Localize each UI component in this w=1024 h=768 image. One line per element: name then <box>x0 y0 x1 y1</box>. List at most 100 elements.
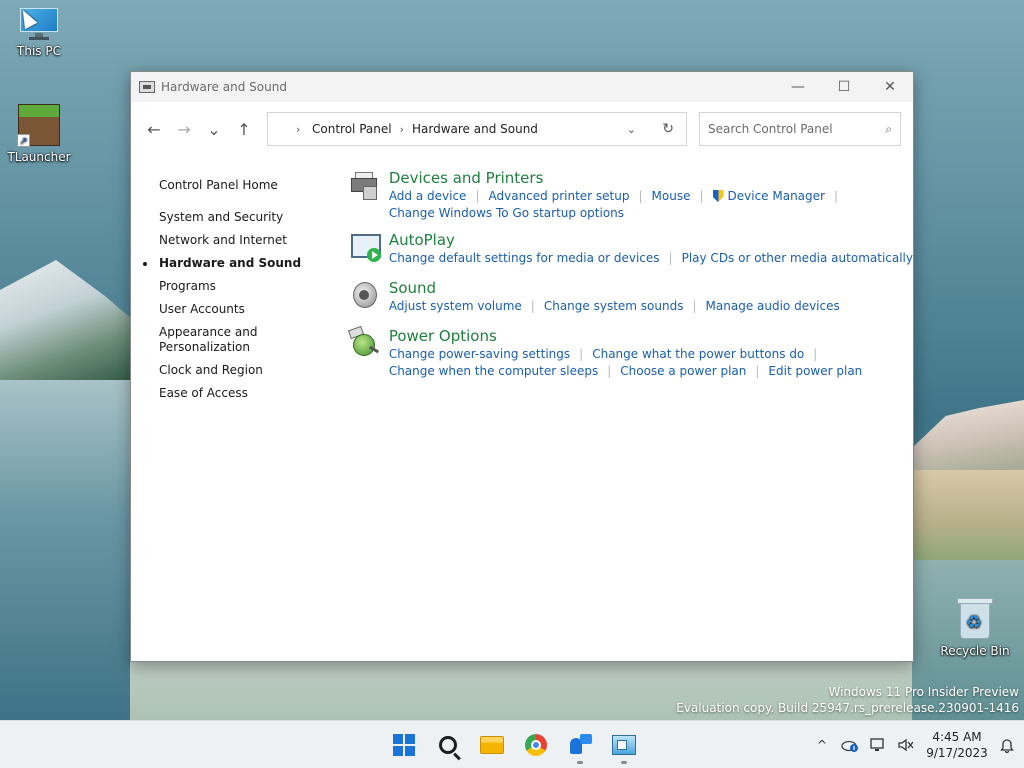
nav-item-clock-and-region[interactable]: Clock and Region <box>159 363 337 378</box>
category-sound: Sound Adjust system volume | Change system… <box>337 278 913 318</box>
teams-icon <box>568 734 592 756</box>
category-title-autoplay[interactable]: AutoPlay <box>389 230 913 250</box>
minimize-button[interactable]: — <box>775 72 821 102</box>
taskbar-control-panel[interactable] <box>602 725 646 765</box>
desktop-icon-label: TLauncher <box>7 150 71 164</box>
running-indicator <box>577 761 583 764</box>
volume-muted-icon[interactable] <box>892 731 920 759</box>
control-panel-window: Hardware and Sound — ☐ ✕ ← → ⌄ ↑ › Contr… <box>130 71 914 662</box>
link-choose-a-power-plan[interactable]: Choose a power plan <box>620 364 746 378</box>
breadcrumb-hardware-and-sound[interactable]: Hardware and Sound <box>412 122 538 136</box>
desktop-icon-this-pc[interactable]: This PC <box>4 6 74 58</box>
watermark-line-2: Evaluation copy. Build 25947.rs_prerelea… <box>676 701 1019 715</box>
tlauncher-grass-block-icon: ↗ <box>17 104 60 147</box>
search-icon <box>439 736 457 754</box>
nav-item-system-and-security[interactable]: System and Security <box>159 210 337 225</box>
start-button[interactable] <box>382 725 426 765</box>
search-icon[interactable]: ⌕ <box>885 122 892 137</box>
link-add-a-device[interactable]: Add a device <box>389 189 467 203</box>
uac-shield-icon <box>712 190 724 202</box>
breadcrumb-separator-icon[interactable]: › <box>400 123 404 136</box>
refresh-icon[interactable]: ↻ <box>662 121 674 137</box>
category-list: Devices and Printers Add a device | Advanc… <box>337 156 913 409</box>
forward-arrow-icon[interactable]: → <box>169 114 199 144</box>
evaluation-watermark: Windows 11 Pro Insider Preview Evaluatio… <box>676 684 1019 716</box>
up-arrow-icon[interactable]: ↑ <box>229 114 259 144</box>
left-navigation: Control Panel Home System and Security N… <box>131 156 337 409</box>
onedrive-info-icon[interactable] <box>836 731 864 759</box>
link-change-windows-to-go-startup-options[interactable]: Change Windows To Go startup options <box>389 206 624 220</box>
notification-bell-icon[interactable] <box>990 731 1024 759</box>
speaker-icon[interactable] <box>345 278 389 318</box>
category-devices-and-printers: Devices and Printers Add a device | Advanc… <box>337 168 913 222</box>
nav-item-appearance-and-personalization[interactable]: Appearance and Personalization <box>159 325 269 355</box>
system-clock[interactable]: 4:45 AM 9/17/2023 <box>924 729 990 761</box>
control-panel-app-icon <box>139 81 155 93</box>
link-manage-audio-devices[interactable]: Manage audio devices <box>706 299 840 313</box>
nav-item-user-accounts[interactable]: User Accounts <box>159 302 337 317</box>
clock-time: 4:45 AM <box>932 730 982 744</box>
nav-item-programs[interactable]: Programs <box>159 279 337 294</box>
wallpaper-shore-right <box>912 470 1024 560</box>
search-box: ⌕ <box>699 112 901 146</box>
link-advanced-printer-setup[interactable]: Advanced printer setup <box>489 189 630 203</box>
wallpaper-lake-left <box>0 380 130 720</box>
link-play-cds-automatically[interactable]: Play CDs or other media automatically <box>682 251 913 265</box>
category-title-sound[interactable]: Sound <box>389 278 913 298</box>
category-power-options: Power Options Change power-saving settin… <box>337 325 913 380</box>
taskbar-file-explorer[interactable] <box>470 725 514 765</box>
search-input[interactable] <box>708 122 868 136</box>
recent-locations-chevron-icon[interactable]: ⌄ <box>199 114 229 144</box>
desktop-icon-recycle-bin[interactable]: ♻ Recycle Bin <box>940 598 1010 658</box>
breadcrumb-control-panel[interactable]: Control Panel <box>312 122 392 136</box>
taskbar: ^ 4:45 AM 9/17/2023 <box>0 720 1024 768</box>
network-icon[interactable] <box>864 731 892 759</box>
taskbar-search-button[interactable] <box>426 725 470 765</box>
link-change-default-settings-for-media[interactable]: Change default settings for media or dev… <box>389 251 660 265</box>
category-title-devices-and-printers[interactable]: Devices and Printers <box>389 168 913 188</box>
link-device-manager[interactable]: Device Manager <box>728 189 825 203</box>
wallpaper-mountain-left <box>0 260 140 380</box>
watermark-line-1: Windows 11 Pro Insider Preview <box>828 685 1019 699</box>
link-change-when-computer-sleeps[interactable]: Change when the computer sleeps <box>389 364 598 378</box>
nav-item-hardware-and-sound[interactable]: Hardware and Sound <box>143 256 337 271</box>
control-panel-home-link[interactable]: Control Panel Home <box>159 178 337 192</box>
address-dropdown-chevron-icon[interactable]: ⌄ <box>627 123 636 136</box>
category-autoplay: AutoPlay Change default settings for med… <box>337 230 913 270</box>
breadcrumb: Control Panel › Hardware and Sound <box>312 122 538 136</box>
nav-item-ease-of-access[interactable]: Ease of Access <box>159 386 337 401</box>
back-arrow-icon[interactable]: ← <box>139 114 169 144</box>
category-title-power-options[interactable]: Power Options <box>389 326 913 346</box>
nav-item-network-and-internet[interactable]: Network and Internet <box>159 233 337 248</box>
running-indicator <box>621 761 627 764</box>
link-change-what-power-buttons-do[interactable]: Change what the power buttons do <box>592 347 804 361</box>
link-mouse[interactable]: Mouse <box>652 189 691 203</box>
link-adjust-system-volume[interactable]: Adjust system volume <box>389 299 522 313</box>
title-bar[interactable]: Hardware and Sound — ☐ ✕ <box>131 72 913 102</box>
address-bar[interactable]: › Control Panel › Hardware and Sound ⌄ ↻ <box>267 112 687 146</box>
system-tray: ^ 4:45 AM 9/17/2023 <box>808 721 1024 768</box>
link-edit-power-plan[interactable]: Edit power plan <box>768 364 862 378</box>
desktop-icon-tlauncher[interactable]: ↗ TLauncher <box>4 104 74 164</box>
window-title: Hardware and Sound <box>161 80 287 94</box>
show-hidden-icons-chevron-icon[interactable]: ^ <box>808 731 836 759</box>
close-button[interactable]: ✕ <box>867 72 913 102</box>
wallpaper-mountain-right <box>912 400 1024 480</box>
shortcut-arrow-icon: ↗ <box>17 134 30 147</box>
desktop-icon-label: This PC <box>17 44 61 58</box>
chrome-icon <box>525 734 547 756</box>
power-plan-icon[interactable] <box>345 325 389 366</box>
address-chevron-icon[interactable]: › <box>296 123 300 136</box>
autoplay-icon[interactable] <box>345 230 389 270</box>
link-change-power-saving-settings[interactable]: Change power-saving settings <box>389 347 570 361</box>
recycle-bin-icon: ♻ <box>957 598 993 640</box>
taskbar-chrome[interactable] <box>514 725 558 765</box>
link-change-system-sounds[interactable]: Change system sounds <box>544 299 684 313</box>
file-explorer-icon <box>480 736 504 754</box>
taskbar-apps <box>382 721 646 768</box>
desktop-icon-label: Recycle Bin <box>940 644 1010 658</box>
taskbar-teams[interactable] <box>558 725 602 765</box>
clock-date: 9/17/2023 <box>926 746 988 760</box>
maximize-button[interactable]: ☐ <box>821 72 867 102</box>
printer-icon[interactable] <box>345 168 389 208</box>
